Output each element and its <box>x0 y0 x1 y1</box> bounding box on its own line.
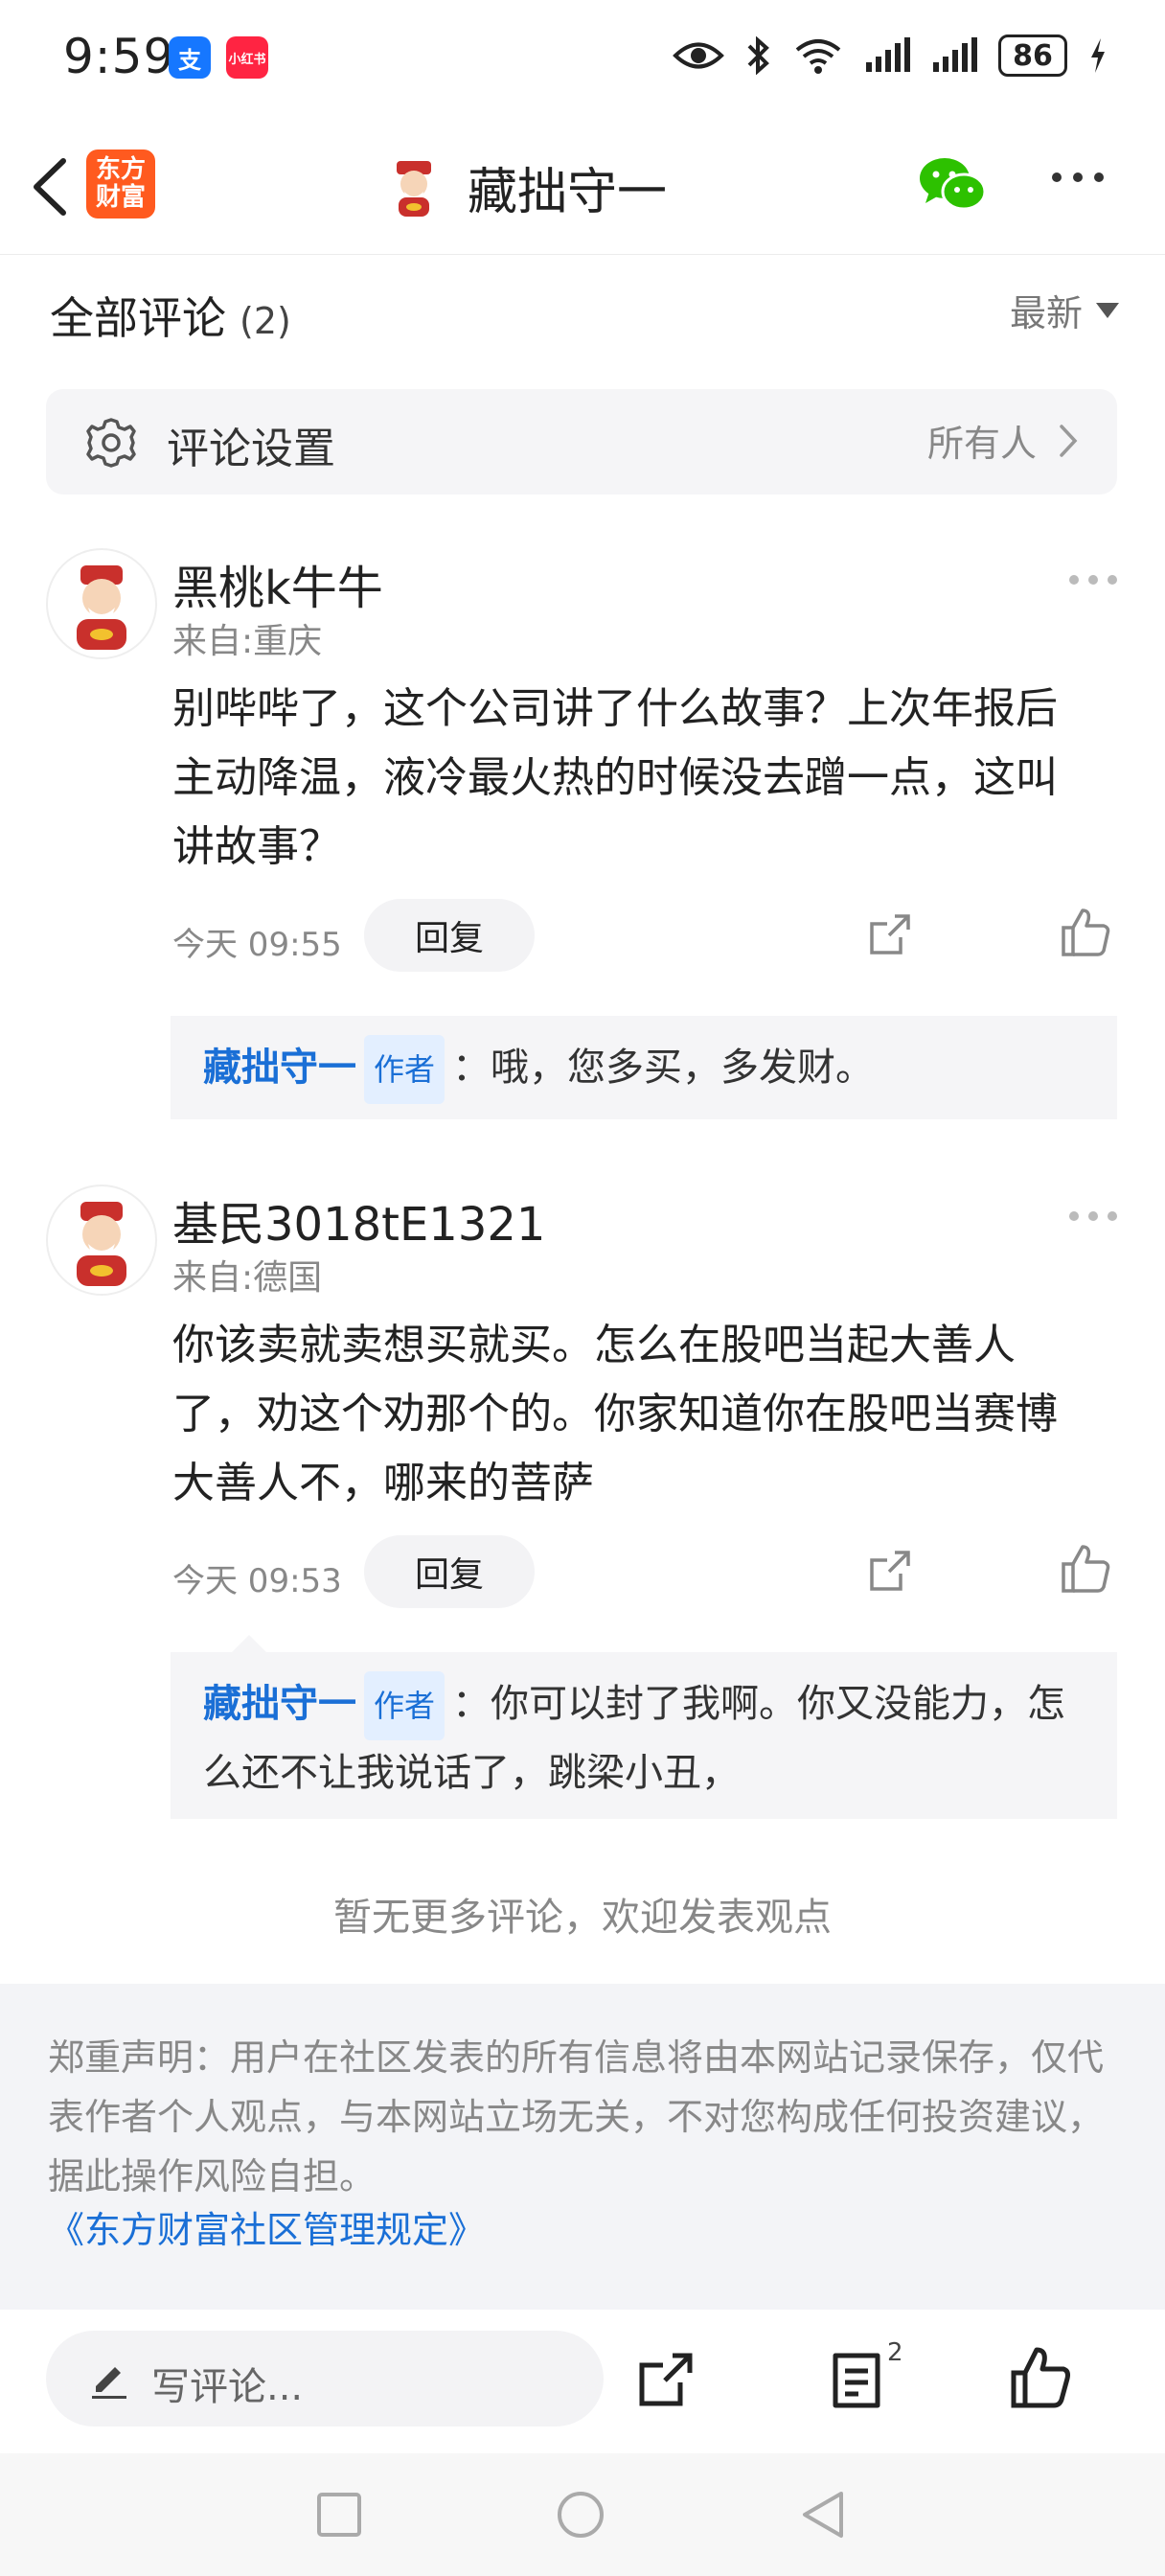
reply-content: 藏拙守一 作者 ：哦，您多买，多发财。 <box>203 1035 1094 1104</box>
back-icon[interactable] <box>23 153 80 220</box>
comment-more-icon[interactable] <box>1069 1211 1117 1221</box>
battery-indicator: 86 <box>998 34 1067 77</box>
write-comment-placeholder: 写评论... <box>151 2365 304 2409</box>
comment-count-badge: 2 <box>887 2338 903 2367</box>
eastmoney-logo[interactable]: 东方 财富 <box>86 150 155 218</box>
caishen-avatar-icon <box>77 565 126 650</box>
charging-icon <box>1091 38 1105 73</box>
nav-title-group: 藏拙守一 <box>383 151 667 223</box>
pencil-icon <box>92 2367 126 2399</box>
avatar[interactable] <box>46 548 157 659</box>
comment-username[interactable]: 黑桃k牛牛 <box>172 550 383 617</box>
write-comment-input[interactable]: 写评论... <box>46 2331 604 2426</box>
bottom-action-bar: 写评论... 2 <box>0 2310 1165 2453</box>
nav-bar: 东方 财富 藏拙守一 <box>0 115 1165 255</box>
wifi-icon <box>795 39 841 74</box>
back-nav-icon[interactable] <box>799 2490 847 2540</box>
author-reply-box: 藏拙守一 作者 ：你可以封了我啊。你又没能力，怎么还不让我说话了，跳梁小丑， <box>171 1652 1117 1819</box>
gear-icon <box>86 418 136 468</box>
comment-text: 别哔哔了，这个公司讲了什么故事？上次年报后主动降温，液冷最火热的时候没去蹭一点，… <box>172 684 1058 871</box>
comment-item: 黑桃k牛牛 来自:重庆 别哔哔了，这个公司讲了什么故事？上次年报后主动降温，液冷… <box>0 537 1165 1131</box>
comments-title: 全部评论 <box>50 292 226 344</box>
author-tag-badge: 作者 <box>364 1035 445 1104</box>
like-icon[interactable] <box>1010 2346 1071 2409</box>
signal-icon-2 <box>933 37 977 72</box>
status-indicators: 86 <box>673 34 1108 77</box>
reply-author[interactable]: 藏拙守一 <box>203 1046 356 1090</box>
comment-username[interactable]: 基民3018tE1321 <box>172 1186 545 1254</box>
share-icon[interactable] <box>866 910 914 958</box>
logo-line1: 东方 <box>95 155 146 185</box>
reply-content: 藏拙守一 作者 ：你可以封了我啊。你又没能力，怎么还不让我说话了，跳梁小丑， <box>203 1671 1094 1806</box>
reply-button[interactable]: 回复 <box>364 1535 535 1608</box>
like-icon[interactable] <box>1060 907 1111 958</box>
recent-apps-icon[interactable] <box>316 2492 362 2538</box>
more-menu-icon[interactable] <box>1052 172 1113 192</box>
comments-count: (2) <box>240 300 291 342</box>
caishen-avatar-icon <box>77 1202 126 1286</box>
chevron-right-icon <box>1060 424 1078 457</box>
no-more-comments: 暂无更多评论，欢迎发表观点 <box>333 1896 832 1940</box>
dropdown-triangle-icon <box>1096 302 1119 318</box>
status-time: 9:59 <box>63 29 175 84</box>
sort-label: 最新 <box>1009 292 1083 334</box>
reply-button[interactable]: 回复 <box>364 899 535 972</box>
bluetooth-icon <box>747 36 769 75</box>
status-bar: 9:59 支 小红书 86 <box>0 0 1165 115</box>
page-title: 藏拙守一 <box>468 164 668 221</box>
comments-header: 全部评论 (2) <box>50 284 291 347</box>
avatar[interactable] <box>46 1184 157 1296</box>
disclaimer-section: 郑重声明：用户在社区发表的所有信息将由本网站记录保存，仅代表作者个人观点，与本网… <box>0 1984 1165 2310</box>
author-reply-box: 藏拙守一 作者 ：哦，您多买，多发财。 <box>171 1016 1117 1119</box>
settings-label: 评论设置 <box>167 425 335 473</box>
comment-item: 基民3018tE1321 来自:德国 你该卖就卖想买就买。怎么在股吧当起大善人了… <box>0 1173 1165 1825</box>
share-icon[interactable] <box>636 2350 696 2409</box>
comment-settings-row[interactable]: 评论设置 所有人 <box>46 389 1117 494</box>
disclaimer-text: 郑重声明：用户在社区发表的所有信息将由本网站记录保存，仅代表作者个人观点，与本网… <box>48 2036 1105 2197</box>
like-icon[interactable] <box>1060 1543 1111 1595</box>
alipay-app-icon: 支 <box>169 36 211 79</box>
comments-list-icon[interactable] <box>830 2352 883 2409</box>
comment-more-icon[interactable] <box>1069 575 1117 585</box>
comment-text: 你该卖就卖想买就买。怎么在股吧当起大善人了，劝这个劝那个的。你家知道你在股吧当赛… <box>172 1321 1058 1507</box>
settings-value: 所有人 <box>926 423 1037 465</box>
wechat-share-icon[interactable] <box>918 153 987 215</box>
share-icon[interactable] <box>866 1547 914 1595</box>
reply-pointer-icon <box>232 1635 266 1652</box>
comment-time: 今天 09:55 <box>172 926 342 964</box>
comment-time: 今天 09:53 <box>172 1562 342 1600</box>
reply-text: ：哦，您多买，多发财。 <box>452 1046 875 1090</box>
caishen-avatar-icon <box>397 160 431 217</box>
reply-author[interactable]: 藏拙守一 <box>203 1682 356 1726</box>
comment-location: 来自:德国 <box>172 1258 323 1298</box>
author-tag-badge: 作者 <box>364 1671 445 1740</box>
system-navigation-bar <box>0 2453 1165 2576</box>
settings-value-group: 所有人 <box>927 414 1079 467</box>
eye-icon <box>673 42 724 69</box>
sort-dropdown[interactable]: 最新 <box>1010 284 1119 336</box>
xiaohongshu-app-icon: 小红书 <box>226 36 268 79</box>
community-rules-link[interactable]: 《东方财富社区管理规定》 <box>48 2200 485 2253</box>
home-icon[interactable] <box>556 2490 605 2540</box>
signal-icon <box>866 37 910 72</box>
comment-location: 来自:重庆 <box>172 622 323 661</box>
logo-line2: 财富 <box>95 183 146 212</box>
